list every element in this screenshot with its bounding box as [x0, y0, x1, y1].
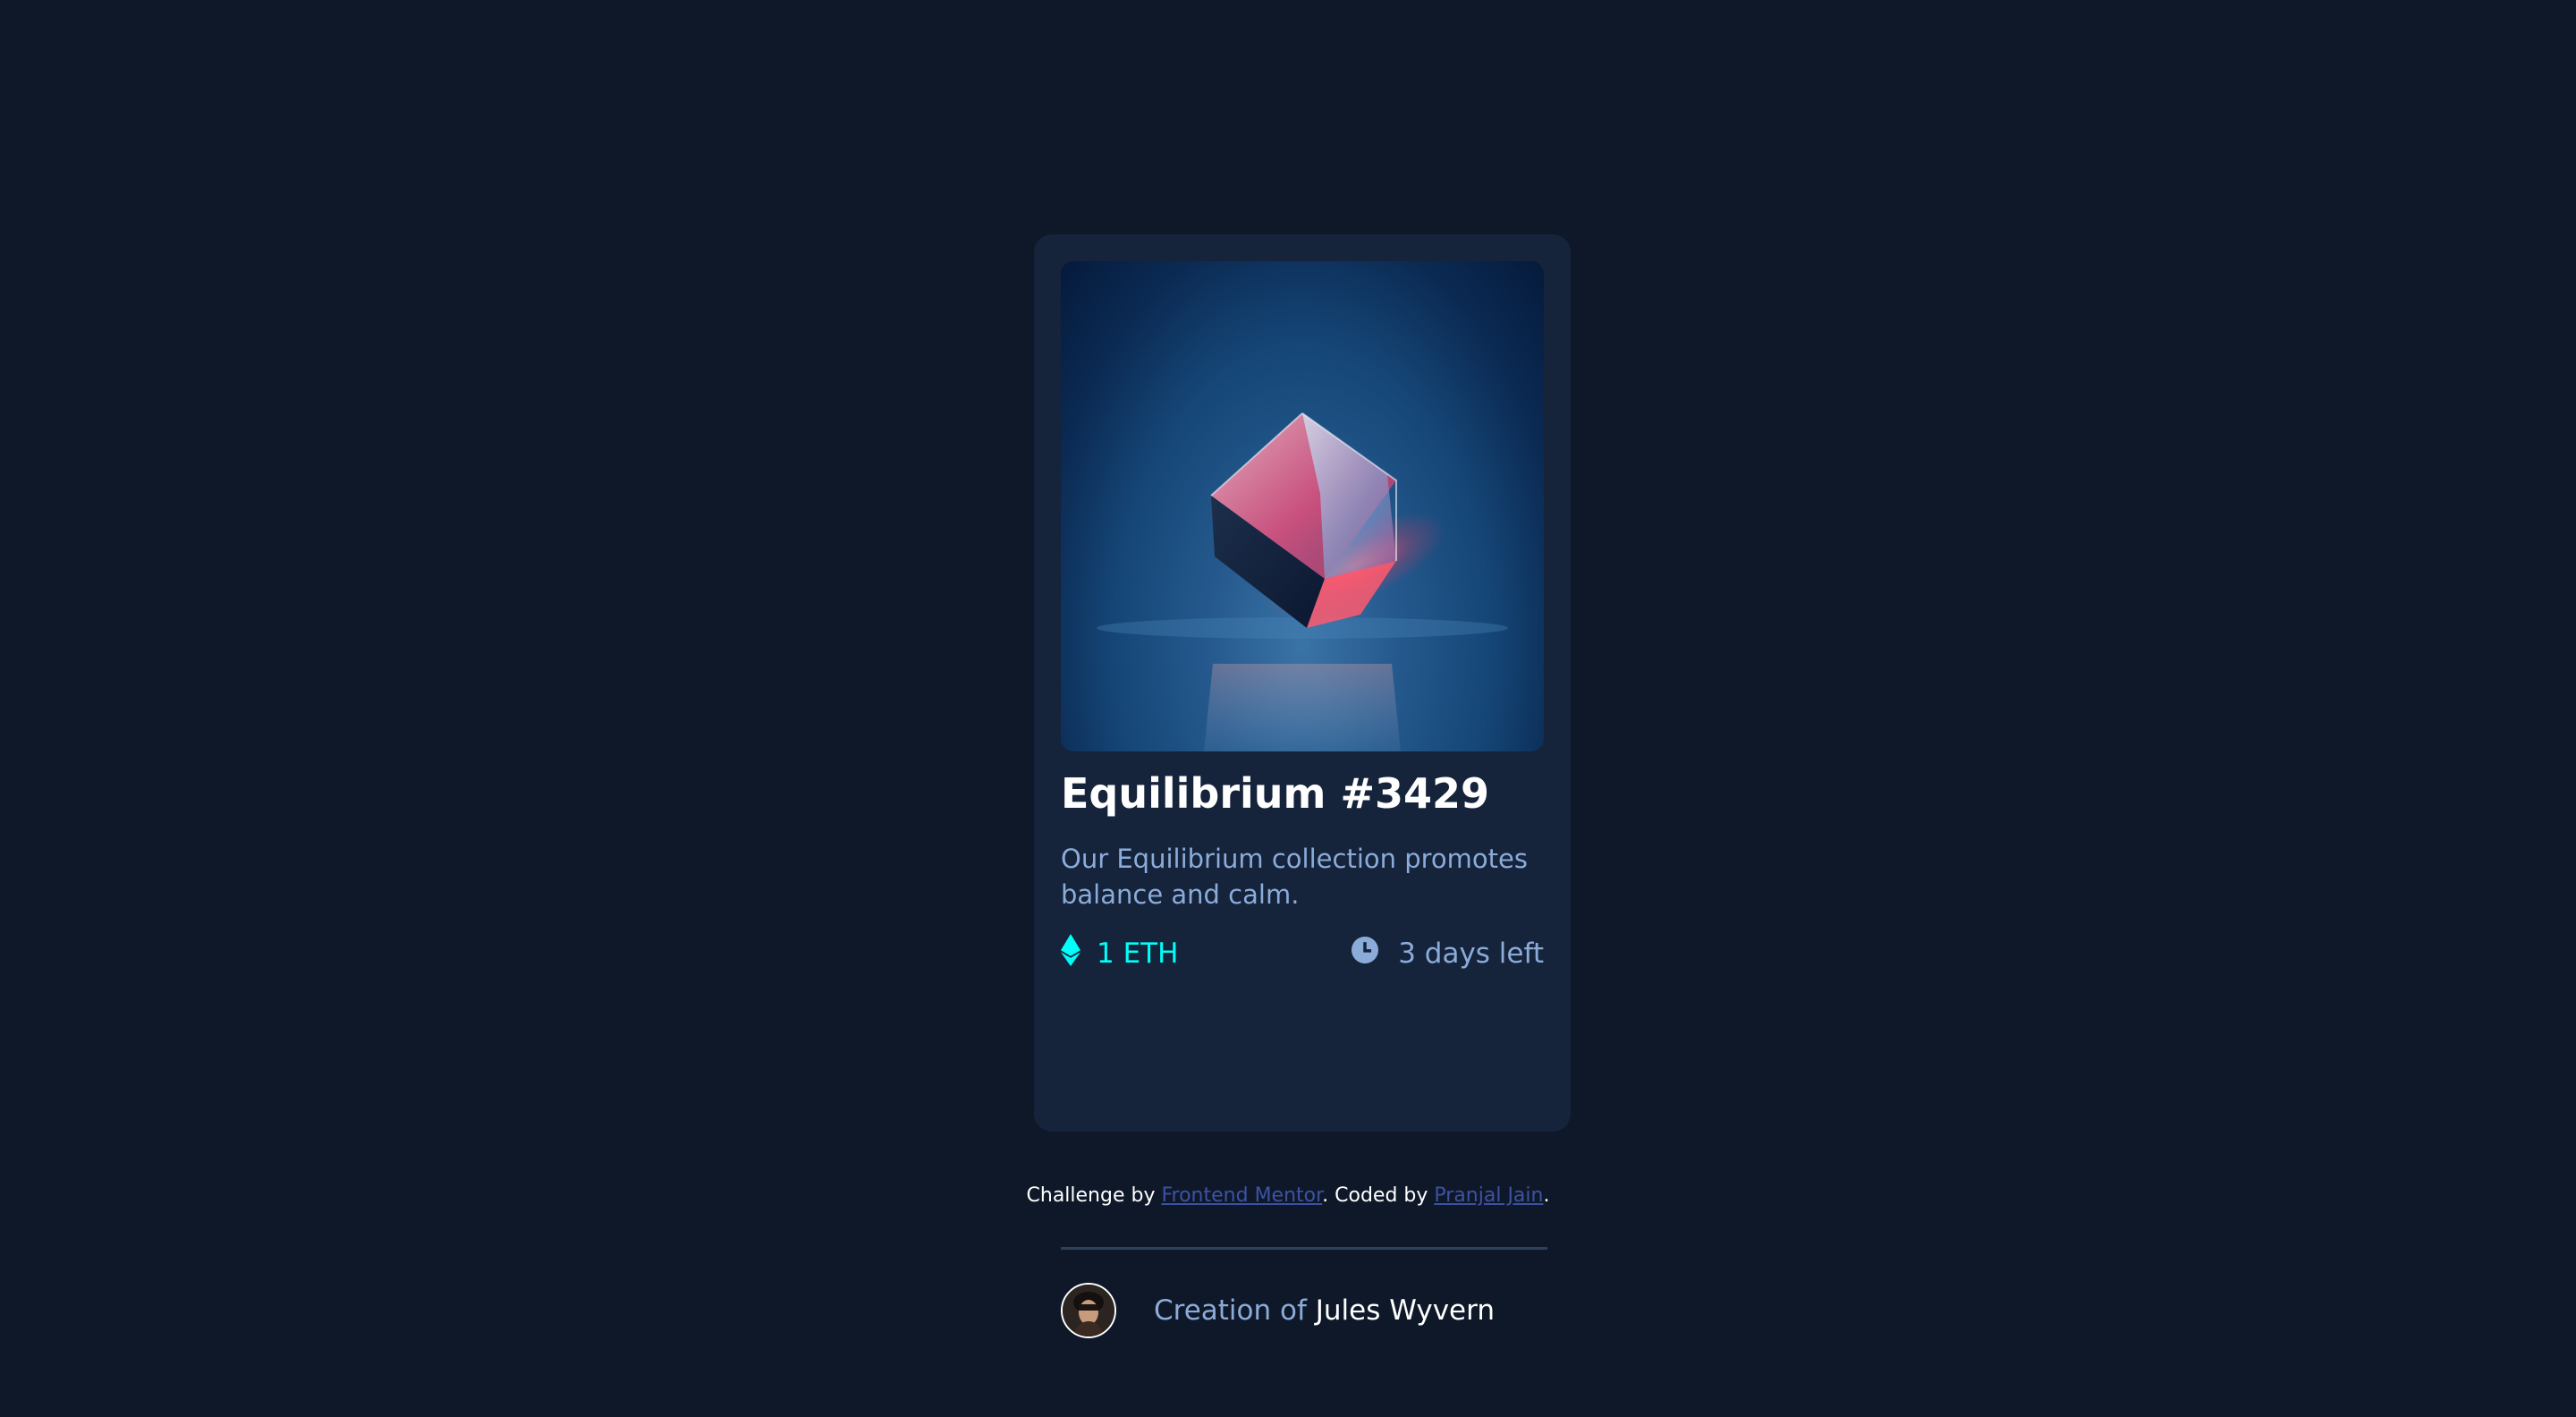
nft-card: Equilibrium #3429 Our Equilibrium collec… — [1034, 234, 1571, 1338]
attribution: Challenge by Frontend Mentor. Coded by P… — [0, 1184, 2576, 1207]
creator-name-link[interactable]: Jules Wyvern — [1316, 1294, 1495, 1327]
card-title[interactable]: Equilibrium #3429 — [1061, 769, 1489, 818]
price: 1 ETH — [1061, 932, 1178, 975]
card-meta: 1 ETH 3 days left — [1061, 932, 1544, 975]
time-left: 3 days left — [1352, 932, 1544, 975]
card-description: Our Equilibrium collection promotes bala… — [1061, 844, 1528, 910]
time-left-value: 3 days left — [1398, 938, 1544, 970]
creator: Creation of Jules Wyvern — [1061, 1281, 1495, 1340]
crystal-cube-illustration — [1097, 412, 1508, 751]
author-link[interactable]: Pranjal Jain — [1434, 1184, 1543, 1207]
coded-prefix: . Coded by — [1322, 1184, 1428, 1207]
clock-icon — [1352, 937, 1379, 971]
equilibrium-image[interactable] — [1061, 261, 1544, 751]
price-value: 1 ETH — [1097, 938, 1179, 970]
attribution-suffix: . — [1543, 1184, 1550, 1207]
challenge-prefix: Challenge by — [1026, 1184, 1156, 1207]
frontend-mentor-link[interactable]: Frontend Mentor — [1161, 1184, 1322, 1207]
ethereum-icon — [1061, 934, 1080, 973]
creator-credit: Creation of Jules Wyvern — [1154, 1294, 1495, 1327]
creator-prefix: Creation of — [1154, 1294, 1307, 1327]
creator-avatar — [1061, 1283, 1116, 1338]
divider — [1061, 1247, 1547, 1250]
